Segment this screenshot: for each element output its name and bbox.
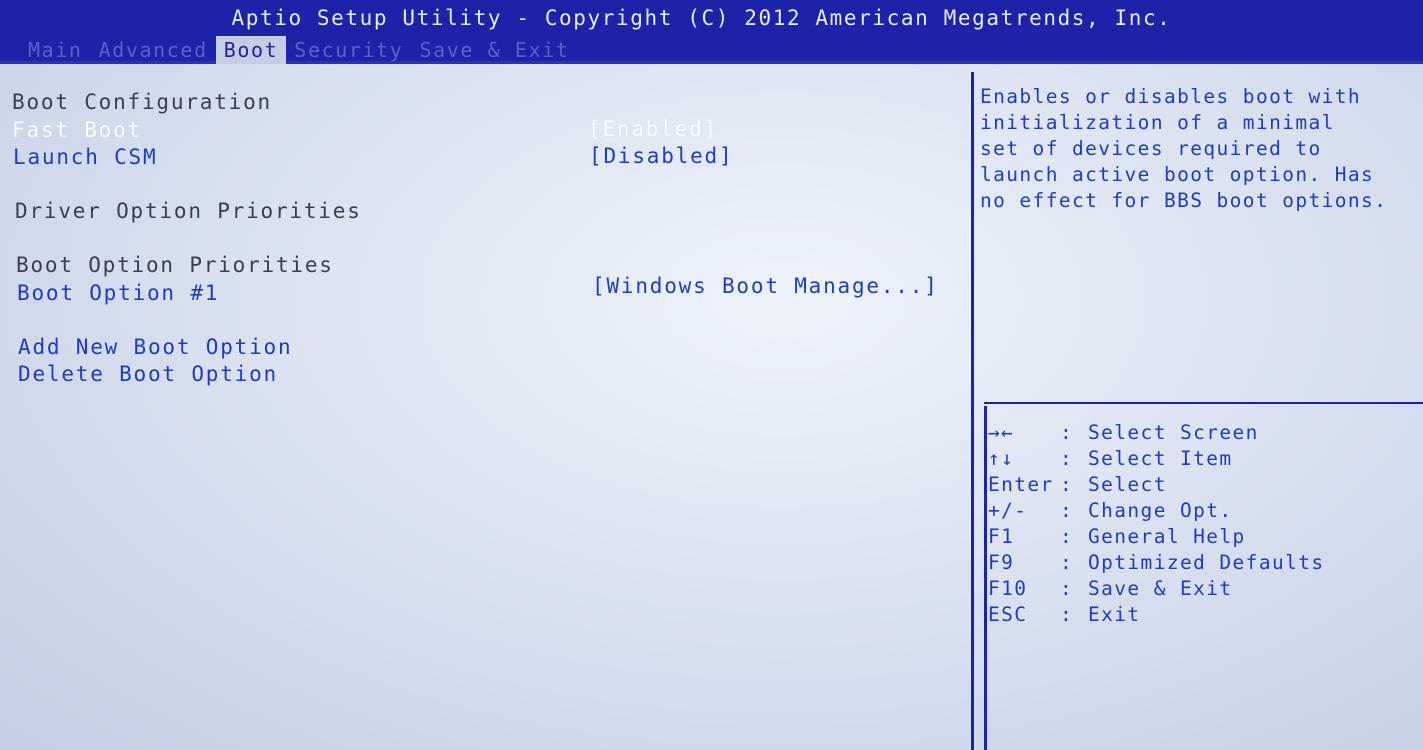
tab-save-exit[interactable]: Save & Exit — [411, 36, 577, 64]
key-enter: Enter — [988, 473, 1054, 496]
key-f10: F10 — [988, 577, 1028, 600]
key-description: Select Item — [1088, 447, 1233, 470]
help-line: no effect for BBS boot options. — [980, 189, 1388, 212]
key-legend-row: ESC : Exit — [988, 602, 1418, 628]
key-f9: F9 — [988, 551, 1015, 574]
legend-divider — [984, 406, 987, 750]
key-description: Save & Exit — [1088, 577, 1233, 600]
key-description: Select Screen — [1088, 421, 1259, 444]
help-line: launch active boot option. Has — [980, 163, 1375, 186]
key-separator: : — [1060, 421, 1074, 444]
help-divider — [984, 402, 1423, 404]
key-separator: : — [1060, 525, 1074, 548]
window-title: Aptio Setup Utility - Copyright (C) 2012… — [231, 6, 1172, 30]
settings-panel: Boot Configuration Fast Boot [Enabled] L… — [0, 72, 970, 750]
key-legend-row: +/- : Change Opt. — [988, 498, 1418, 524]
key-legend-row: F1 : General Help — [988, 524, 1418, 550]
key-description: General Help — [1088, 525, 1246, 548]
key-legend-row: F9 : Optimized Defaults — [988, 550, 1418, 576]
key-description: Optimized Defaults — [1088, 551, 1325, 574]
delete-boot-option[interactable]: Delete Boot Option — [18, 362, 278, 386]
panel-divider — [971, 72, 974, 750]
key-separator: : — [1060, 577, 1074, 600]
header-bar: Aptio Setup Utility - Copyright (C) 2012… — [0, 0, 1423, 64]
tab-advanced[interactable]: Advanced — [91, 36, 216, 64]
help-line: set of devices required to — [980, 137, 1322, 160]
tab-main[interactable]: Main — [20, 36, 91, 64]
key-description: Select — [1088, 473, 1167, 496]
key-separator: : — [1060, 473, 1074, 496]
add-new-boot-option[interactable]: Add New Boot Option — [18, 335, 292, 359]
key-legend-row: →← : Select Screen — [988, 420, 1418, 446]
key-separator: : — [1060, 447, 1074, 470]
boot-option-1-value[interactable]: [Windows Boot Manage...] — [592, 274, 939, 298]
tab-security[interactable]: Security — [286, 36, 411, 64]
key-legend: →← : Select Screen ↑↓ : Select Item Ente… — [988, 420, 1418, 628]
boot-option-1[interactable]: Boot Option #1 — [17, 281, 219, 305]
fast-boot-value[interactable]: [Enabled] — [588, 117, 718, 141]
left-right-arrows-icon: →← — [988, 421, 1015, 444]
key-plus-minus: +/- — [988, 499, 1028, 522]
boot-option-priorities-heading: Boot Option Priorities — [16, 253, 334, 277]
key-legend-row: F10 : Save & Exit — [988, 576, 1418, 602]
key-f1: F1 — [988, 525, 1015, 548]
fast-boot-option[interactable]: Fast Boot — [12, 118, 142, 142]
launch-csm-value[interactable]: [Disabled] — [589, 144, 733, 168]
key-description: Change Opt. — [1088, 499, 1233, 522]
bios-setup-screen: Aptio Setup Utility - Copyright (C) 2012… — [0, 0, 1423, 750]
key-legend-row: Enter : Select — [988, 472, 1418, 498]
key-separator: : — [1060, 551, 1074, 574]
tab-boot[interactable]: Boot — [215, 36, 287, 64]
help-line: initialization of a minimal — [980, 111, 1335, 134]
key-description: Exit — [1088, 603, 1141, 626]
key-separator: : — [1060, 603, 1074, 626]
key-separator: : — [1060, 499, 1074, 522]
key-esc: ESC — [988, 603, 1028, 626]
boot-configuration-heading: Boot Configuration — [12, 90, 272, 114]
launch-csm-option[interactable]: Launch CSM — [13, 145, 157, 169]
menu-tabs: Main Advanced Boot Security Save & Exit — [20, 36, 578, 64]
help-text: Enables or disables boot with initializa… — [980, 84, 1423, 214]
driver-option-priorities-heading: Driver Option Priorities — [15, 199, 362, 223]
up-down-arrows-icon: ↑↓ — [988, 447, 1015, 470]
key-legend-row: ↑↓ : Select Item — [988, 446, 1418, 472]
help-line: Enables or disables boot with — [980, 85, 1362, 108]
